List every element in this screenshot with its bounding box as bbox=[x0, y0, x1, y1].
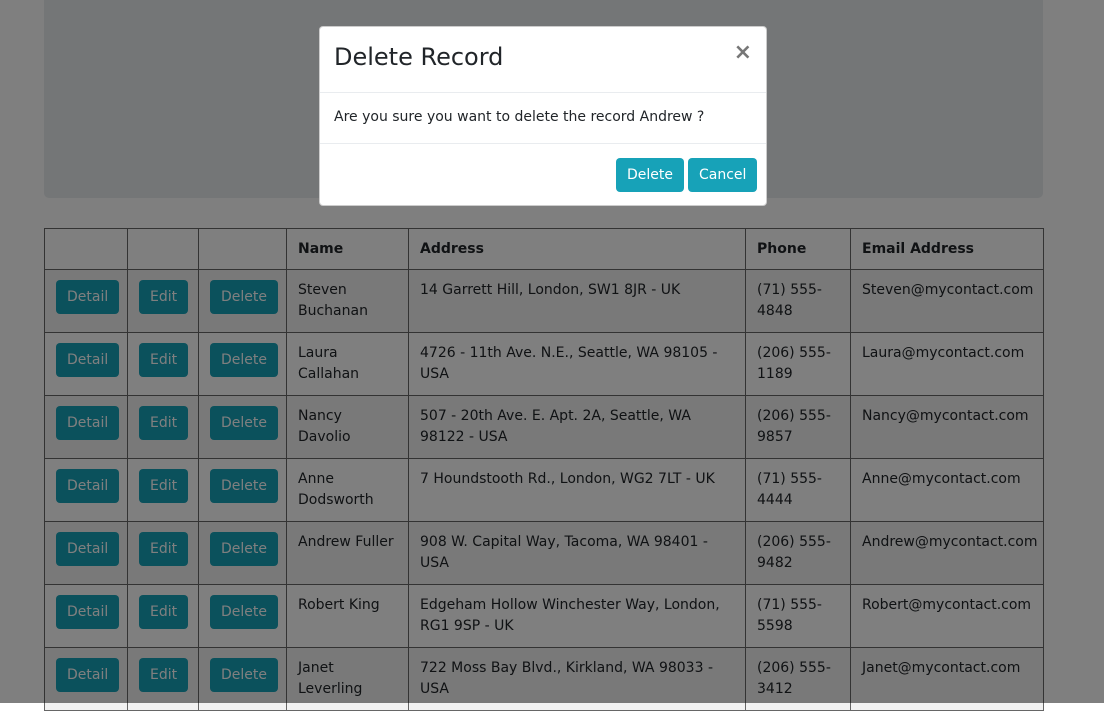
delete-record-dialog: Delete Record × Are you sure you want to… bbox=[319, 26, 767, 206]
confirm-delete-button[interactable]: Delete bbox=[616, 158, 684, 192]
cancel-button[interactable]: Cancel bbox=[688, 158, 758, 192]
close-icon[interactable]: × bbox=[734, 41, 752, 65]
dialog-header: Delete Record × bbox=[320, 27, 766, 93]
dialog-message: Are you sure you want to delete the reco… bbox=[320, 93, 766, 144]
dialog-title: Delete Record bbox=[334, 43, 504, 71]
dialog-footer: Delete Cancel bbox=[320, 144, 766, 206]
